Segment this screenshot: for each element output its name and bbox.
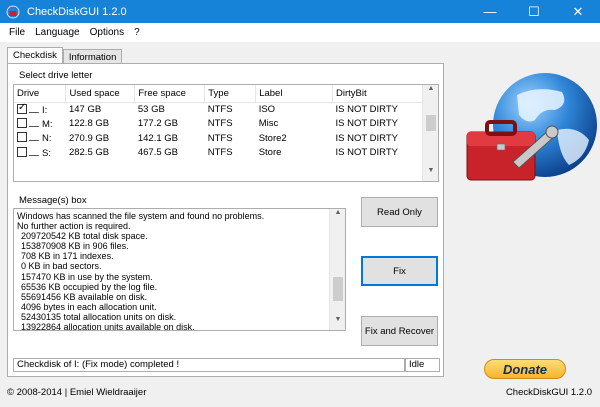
free-space: 53 GB (137, 104, 165, 115)
table-row[interactable]: N: 270.9 GB 142.1 GB NTFS Store2 IS NOT … (14, 131, 423, 146)
scroll-down-icon[interactable]: ▼ (423, 167, 438, 181)
drive-group-label: Select drive letter (17, 70, 95, 81)
menu-language[interactable]: Language (30, 27, 85, 38)
message-scrollbar[interactable]: ▲ ▼ (329, 209, 345, 330)
drive-checkbox[interactable] (17, 102, 27, 114)
menu-options[interactable]: Options (85, 27, 129, 38)
status-text: Checkdisk of I: (Fix mode) completed ! (13, 358, 405, 372)
table-row[interactable]: M: 122.8 GB 177.2 GB NTFS Misc IS NOT DI… (14, 117, 423, 132)
dirtybit: IS NOT DIRTY (335, 104, 398, 115)
drive-icon (28, 107, 42, 113)
drive-letter: I: (42, 104, 48, 116)
col-type[interactable]: Type (204, 85, 257, 103)
fs-type: NTFS (207, 132, 233, 144)
free-space: 177.2 GB (137, 118, 178, 130)
table-row[interactable]: I: 147 GB 53 GB NTFS ISO IS NOT DIRTY (14, 102, 423, 117)
version-text: CheckDiskGUI 1.2.0 (505, 387, 592, 398)
drive-checkbox[interactable] (17, 117, 27, 128)
menu-help[interactable]: ? (129, 27, 145, 38)
message-line: 209720542 KB total disk space. (21, 231, 148, 242)
fs-type: NTFS (207, 147, 233, 159)
copyright-text: © 2008-2014 | Emiel Wieldraaijer (7, 387, 147, 398)
drive-icon (28, 121, 42, 127)
menu-bar: File Language Options ? (0, 23, 600, 42)
fs-type: NTFS (207, 118, 233, 130)
free-space: 142.1 GB (137, 132, 178, 144)
title-bar: CheckDiskGUI 1.2.0 — ☐ ✕ (0, 0, 600, 23)
message-line: 55691456 KB available on disk. (21, 291, 148, 302)
donate-button[interactable]: Donate (484, 359, 566, 379)
message-line: 157470 KB in use by the system. (21, 271, 153, 282)
tab-information[interactable]: Information (62, 49, 123, 64)
message-line: 0 KB in bad sectors. (21, 261, 102, 272)
scroll-up-icon[interactable]: ▲ (330, 209, 345, 223)
scroll-up-icon[interactable]: ▲ (423, 85, 438, 99)
message-text: Windows has scanned the file system and … (14, 211, 265, 331)
message-line: 708 KB in 171 indexes. (21, 251, 114, 262)
used-space: 270.9 GB (68, 132, 110, 144)
col-dirtybit[interactable]: DirtyBit (332, 85, 423, 103)
window-title: CheckDiskGUI 1.2.0 (27, 5, 127, 18)
drive-list: Drive Used space Free space Type Label D… (13, 84, 439, 182)
drive-letter: S: (42, 147, 51, 159)
scroll-down-icon[interactable]: ▼ (330, 316, 345, 330)
col-free[interactable]: Free space (134, 85, 206, 103)
col-used[interactable]: Used space (65, 85, 136, 103)
drive-letter: M: (42, 118, 53, 130)
table-row[interactable]: S: 282.5 GB 467.5 GB NTFS Store IS NOT D… (14, 146, 423, 161)
fs-type: NTFS (207, 104, 233, 115)
drive-list-scrollbar[interactable]: ▲ ▼ (422, 85, 438, 181)
message-box[interactable]: Windows has scanned the file system and … (13, 208, 346, 331)
volume-label: Store (258, 147, 282, 159)
status-state: Idle (405, 358, 440, 372)
fix-button[interactable]: Fix (361, 256, 438, 286)
message-line: 52430135 total allocation units on disk. (21, 311, 177, 322)
fix-and-recover-button[interactable]: Fix and Recover (361, 316, 438, 346)
message-line: 65536 KB occupied by the log file. (21, 281, 158, 292)
read-only-button[interactable]: Read Only (361, 197, 438, 227)
volume-label: ISO (258, 104, 276, 115)
message-line: No further action is required. (17, 221, 131, 232)
message-line: 4096 bytes in each allocation unit. (21, 301, 157, 312)
menu-file[interactable]: File (4, 27, 30, 38)
message-line: 13922864 allocation units available on d… (21, 322, 195, 331)
free-space: 467.5 GB (137, 147, 178, 159)
drive-checkbox[interactable] (17, 132, 27, 143)
app-icon (6, 5, 20, 19)
dirtybit: IS NOT DIRTY (335, 147, 398, 159)
drive-checkbox[interactable] (17, 146, 27, 157)
scroll-thumb[interactable] (333, 277, 343, 301)
drive-letter: N: (42, 133, 52, 145)
volume-label: Store2 (258, 132, 287, 144)
message-line: 153870908 KB in 906 files. (21, 241, 129, 252)
dirtybit: IS NOT DIRTY (335, 132, 398, 144)
used-space: 147 GB (68, 104, 102, 115)
dirtybit: IS NOT DIRTY (335, 118, 398, 130)
minimize-icon[interactable]: — (468, 0, 512, 23)
close-icon[interactable]: ✕ (556, 0, 600, 23)
used-space: 122.8 GB (68, 118, 110, 130)
tab-strip: Checkdisk Information (7, 47, 123, 65)
drive-icon (28, 150, 42, 156)
scroll-thumb[interactable] (426, 115, 436, 131)
volume-label: Misc (258, 118, 279, 130)
col-label[interactable]: Label (255, 85, 334, 103)
drive-icon (28, 136, 42, 142)
globe-toolbox-logo (466, 73, 597, 181)
col-drive[interactable]: Drive (14, 85, 67, 103)
message-line: Windows has scanned the file system and … (17, 211, 265, 221)
maximize-icon[interactable]: ☐ (512, 0, 556, 23)
used-space: 282.5 GB (68, 147, 110, 159)
message-group-label: Message(s) box (17, 195, 89, 206)
